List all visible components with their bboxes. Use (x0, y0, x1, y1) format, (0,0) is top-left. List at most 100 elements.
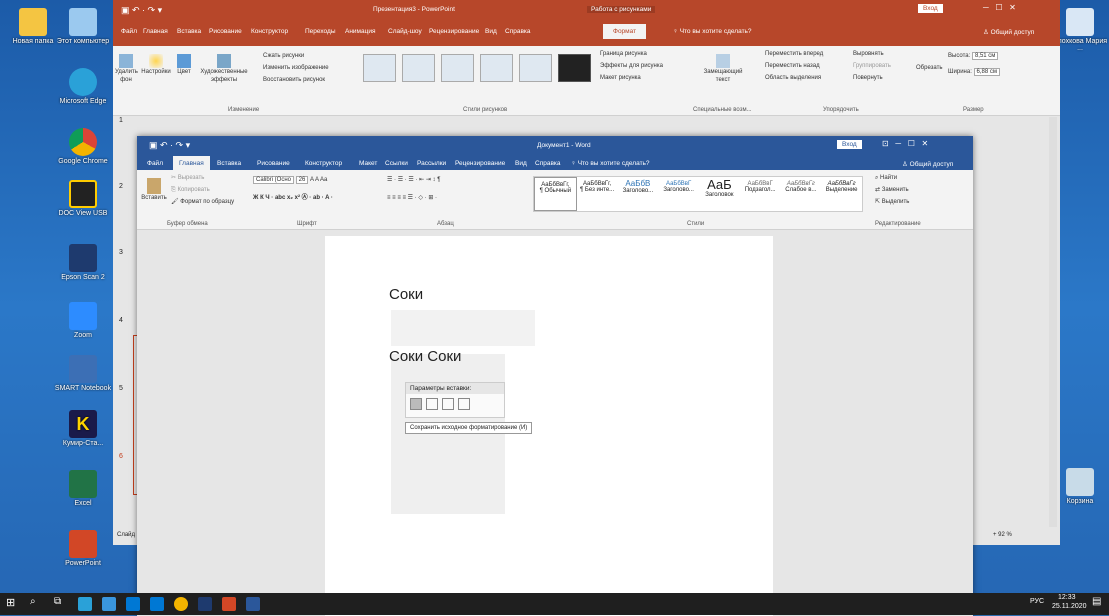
selection-pane-button[interactable]: Область выделения (765, 74, 821, 82)
picture-paste-icon[interactable] (442, 398, 454, 410)
picture-layout-button[interactable]: Макет рисунка (600, 74, 641, 82)
font-size-select[interactable]: 26 (295, 176, 309, 184)
ppt-zoom-level[interactable]: + 92 % (993, 532, 1012, 538)
picture-styles-gallery[interactable] (363, 54, 591, 82)
taskbar-epson-icon[interactable] (198, 597, 212, 611)
taskbar-edge-icon[interactable] (78, 597, 92, 611)
taskbar-time[interactable]: 12:33 (1058, 594, 1076, 601)
picture-placeholder[interactable] (391, 310, 535, 346)
word-tab-draw[interactable]: Рисование (257, 160, 290, 167)
replace-button[interactable]: ⇄ Заменить (875, 186, 909, 194)
ppt-tab-slideshow[interactable]: Слайд-шоу (388, 28, 422, 35)
list-buttons[interactable]: ☰ · ☰ · ☰ · ⇤ ⇥ ↕ ¶ (387, 176, 440, 184)
word-window-controls[interactable]: ⊡ ─ ☐ ✕ (882, 139, 928, 148)
taskbar-mail-icon[interactable] (150, 597, 164, 611)
desktop-icon-docview[interactable]: DOC View USB (52, 180, 114, 217)
color-button[interactable]: Цвет (173, 54, 195, 76)
ppt-tab-transitions[interactable]: Переходы (305, 28, 336, 35)
picture-style-6[interactable] (558, 54, 591, 82)
pasted-picture[interactable] (391, 354, 505, 514)
word-tab-design[interactable]: Конструктор (305, 160, 342, 167)
taskbar-chrome-icon[interactable] (174, 597, 188, 611)
desktop-icon-user[interactable]: Елохкова Мария ... (1052, 8, 1108, 52)
word-tab-references[interactable]: Ссылки (385, 160, 408, 167)
word-tab-home[interactable]: Главная (173, 156, 210, 171)
height-field[interactable]: Высота: 8,51 см (948, 52, 999, 60)
ppt-tab-review[interactable]: Рецензирование (429, 28, 479, 35)
ppt-login-button[interactable]: Вход (918, 4, 943, 13)
change-picture-button[interactable]: Изменить изображение (263, 64, 329, 72)
taskbar-lang[interactable]: РУС (1030, 598, 1044, 605)
width-field[interactable]: Ширина: 6,88 см (948, 68, 1001, 76)
picture-style-2[interactable] (402, 54, 435, 82)
ppt-tab-format[interactable]: Формат (603, 24, 647, 39)
artistic-effects-button[interactable]: Художественные эффекты (199, 54, 249, 84)
reset-picture-button[interactable]: Восстановить рисунок (263, 76, 325, 84)
style-subtitle[interactable]: АаБбВвГ Подзагол... (740, 177, 781, 211)
find-button[interactable]: ⌕ Найти (875, 174, 897, 182)
desktop-icon-smart[interactable]: SMART Notebook (52, 355, 114, 392)
taskbar-powerpoint-icon[interactable] (222, 597, 236, 611)
send-backward-button[interactable]: Переместить назад (765, 62, 820, 70)
word-tab-help[interactable]: Справка (535, 160, 561, 167)
ppt-tab-draw[interactable]: Рисование (209, 28, 242, 35)
ppt-tab-design[interactable]: Конструктор (251, 28, 288, 35)
paste-button[interactable]: Вставить (141, 178, 167, 202)
ppt-tell-me[interactable]: ♀ Что вы хотите сделать? (673, 28, 752, 35)
style-no-spacing[interactable]: АаБбВвГг, ¶ Без инте... (577, 177, 618, 211)
doc-line-2[interactable]: Соки Соки (389, 348, 461, 365)
desktop-icon-excel[interactable]: Excel (52, 470, 114, 507)
word-tab-mailings[interactable]: Рассылки (417, 160, 446, 167)
search-icon[interactable]: ⌕ (30, 596, 36, 607)
style-subtle-emphasis[interactable]: АаБбВвГг Слабое в... (781, 177, 822, 211)
bring-forward-button[interactable]: Переместить вперед (765, 50, 823, 58)
ppt-tab-home[interactable]: Главная (143, 28, 168, 35)
style-normal[interactable]: АаБбВвГг, ¶ Обычный (534, 177, 577, 211)
start-button[interactable]: ⊞ (6, 596, 15, 609)
copy-button[interactable]: ⎘ Копировать (171, 186, 210, 194)
ppt-tab-help[interactable]: Справка (505, 28, 531, 35)
word-tab-file[interactable]: Файл (147, 160, 163, 167)
notification-icon[interactable]: ▤ (1092, 596, 1101, 607)
group-button[interactable]: Группировать (853, 62, 891, 70)
style-heading1[interactable]: АаБбВ Заголово... (618, 177, 659, 211)
word-tell-me[interactable]: ♀ Что вы хотите сделать? (571, 160, 650, 167)
picture-style-4[interactable] (480, 54, 513, 82)
taskbar-date[interactable]: 25.11.2020 (1052, 603, 1087, 610)
format-painter-button[interactable]: 🖌 Формат по образцу (171, 198, 234, 206)
select-button[interactable]: ⇱ Выделить (875, 198, 909, 206)
word-tab-insert[interactable]: Вставка (217, 160, 241, 167)
ppt-quick-access[interactable]: ▣ ↶ · ↷ ▾ (121, 5, 162, 16)
ppt-window-controls[interactable]: ─ ☐ ✕ (983, 3, 1016, 12)
taskbar-word-icon[interactable] (246, 597, 260, 611)
document-page[interactable]: Соки Соки Соки Параметры вставки: Сохран… (325, 236, 773, 616)
picture-style-5[interactable] (519, 54, 552, 82)
ppt-share-button[interactable]: ♙ Общий доступ (983, 28, 1034, 36)
style-emphasis[interactable]: АаБбВвГг Выделение (821, 177, 862, 211)
desktop-icon-zoom[interactable]: Zoom (52, 302, 114, 339)
word-tab-layout[interactable]: Макет (359, 160, 377, 167)
desktop-icon-kumir[interactable]: K Кумир-Ста... (52, 410, 114, 447)
ppt-tab-view[interactable]: Вид (485, 28, 497, 35)
style-heading2[interactable]: АаБбВвГ Заголово... (658, 177, 699, 211)
align-button[interactable]: Выровнять (853, 50, 884, 58)
desktop-icon-this-pc[interactable]: Этот компьютер (52, 8, 114, 45)
desktop-icon-recycle[interactable]: Корзина (1052, 468, 1108, 505)
desktop-icon-epson[interactable]: Epson Scan 2 (52, 244, 114, 281)
picture-effects-button[interactable]: Эффекты для рисунка (600, 62, 663, 70)
remove-bg-button[interactable]: Удалить фон (115, 54, 138, 84)
compress-button[interactable]: Сжать рисунки (263, 52, 304, 60)
corrections-button[interactable]: Настройки (141, 54, 171, 76)
picture-border-button[interactable]: Граница рисунка (600, 50, 647, 58)
crop-button[interactable]: Обрезать (916, 64, 942, 72)
word-login-button[interactable]: Вход (837, 140, 862, 149)
merge-format-icon[interactable] (426, 398, 438, 410)
word-tab-view[interactable]: Вид (515, 160, 527, 167)
ppt-tab-insert[interactable]: Вставка (177, 28, 201, 35)
alt-text-button[interactable]: Замещающий текст (703, 54, 743, 84)
align-buttons[interactable]: ≡ ≡ ≡ ≡ ☰ · ◇ · ⊞ · (387, 194, 437, 202)
ppt-tab-file[interactable]: Файл (121, 28, 137, 35)
keep-source-format-icon[interactable] (410, 398, 422, 410)
word-share-button[interactable]: ♙ Общий доступ (902, 160, 953, 168)
taskbar-store-icon[interactable] (126, 597, 140, 611)
